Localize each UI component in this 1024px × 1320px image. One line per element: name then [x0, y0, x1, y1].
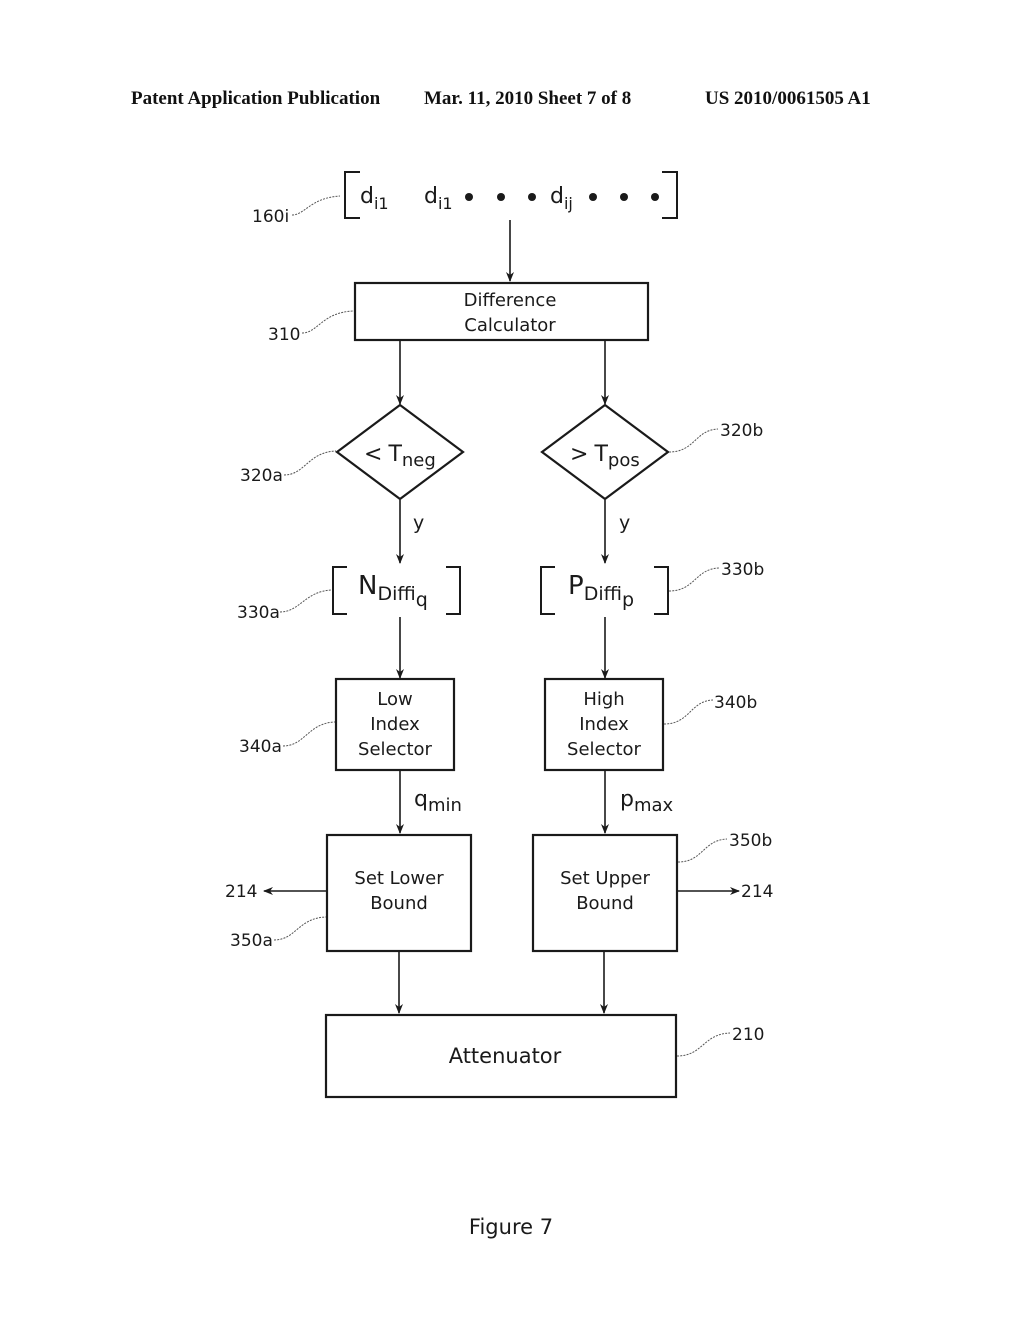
input-vector: di1 di1 dij 160i — [252, 171, 678, 227]
pdiff-left-bracket — [540, 566, 555, 615]
leader-line — [663, 699, 714, 725]
low-selector-label-3: Selector — [358, 739, 433, 760]
difference-calculator-block: Difference Calculator 310 — [268, 281, 650, 345]
qmin-label: qmin — [414, 787, 462, 816]
ref-label-350a: 350a — [230, 931, 273, 951]
ref-label-340a: 340a — [239, 737, 282, 757]
vector-element-1: di1 — [360, 184, 389, 213]
leader-line — [291, 195, 341, 216]
pmax-label: pmax — [620, 787, 674, 816]
ref-label-320b: 320b — [720, 421, 763, 441]
vector-element-j: dij — [550, 184, 573, 213]
ref-label-330a: 330a — [237, 603, 280, 623]
vector-right-bracket — [662, 171, 678, 219]
yes-label-pos: y — [619, 512, 630, 534]
leader-line — [668, 567, 720, 592]
ref-label-350b: 350b — [729, 831, 772, 851]
ellipsis-dot — [620, 193, 628, 201]
ndiff-vector: NDiffiq 330a — [237, 566, 461, 623]
leader-line — [677, 838, 728, 863]
difference-calculator-label-1: Difference — [464, 290, 557, 311]
leader-line — [279, 589, 333, 613]
vector-left-bracket — [344, 171, 360, 219]
yes-label-neg: y — [413, 512, 424, 534]
ref-label-214-left: 214 — [225, 882, 257, 902]
decision-negative-threshold: < Tneg 320a — [240, 403, 465, 501]
pdiff-vector: PDiffip 330b — [540, 560, 764, 615]
ndiff-right-bracket — [446, 566, 461, 615]
decision-positive-threshold: > Tpos 320b — [540, 403, 763, 501]
ellipsis-dot — [589, 193, 597, 201]
ndiff-left-bracket — [332, 566, 347, 615]
leader-line — [301, 310, 355, 334]
figure-caption: Figure 7 — [469, 1215, 553, 1239]
low-selector-label-2: Index — [370, 714, 420, 735]
leader-line — [676, 1032, 731, 1057]
ref-label-330b: 330b — [721, 560, 764, 580]
vector-element-2: di1 — [424, 184, 453, 213]
leader-line — [273, 916, 327, 941]
high-selector-label-2: Index — [579, 714, 629, 735]
pdiff-label: PDiffip — [568, 571, 634, 611]
attenuator-label: Attenuator — [449, 1044, 562, 1068]
ellipsis-dot — [651, 193, 659, 201]
high-selector-label-1: High — [583, 689, 624, 710]
ellipsis-dot — [465, 193, 473, 201]
attenuator-block: Attenuator 210 — [324, 1013, 764, 1099]
leader-line — [282, 721, 336, 747]
high-selector-label-3: Selector — [567, 739, 642, 760]
flow-diagram: di1 di1 dij 160i Difference Calculator 3… — [225, 171, 773, 1239]
ref-label-320a: 320a — [240, 466, 283, 486]
set-upper-bound-block: Set Upper Bound 214 350b — [531, 831, 773, 953]
low-selector-label-1: Low — [377, 689, 412, 710]
upper-bound-label-2: Bound — [576, 893, 634, 914]
ellipsis-dot — [528, 193, 536, 201]
ref-label-210: 210 — [732, 1025, 764, 1045]
low-index-selector-block: Low Index Selector 340a — [239, 677, 456, 772]
high-index-selector-block: High Index Selector 340b — [543, 677, 757, 772]
lower-bound-label-2: Bound — [370, 893, 428, 914]
lower-bound-label-1: Set Lower — [354, 868, 444, 889]
set-lower-bound-block: Set Lower Bound 214 350a — [225, 833, 473, 953]
ref-label-310: 310 — [268, 325, 300, 345]
ellipsis-dot — [497, 193, 505, 201]
ref-label-340b: 340b — [714, 693, 757, 713]
ndiff-label: NDiffiq — [358, 571, 428, 611]
upper-bound-label-1: Set Upper — [560, 868, 650, 889]
leader-line — [668, 428, 719, 453]
ref-label-214-right: 214 — [741, 882, 773, 902]
ref-label-160i: 160i — [252, 207, 289, 227]
difference-calculator-label-2: Calculator — [464, 315, 556, 336]
pdiff-right-bracket — [654, 566, 669, 615]
leader-line — [283, 450, 337, 476]
